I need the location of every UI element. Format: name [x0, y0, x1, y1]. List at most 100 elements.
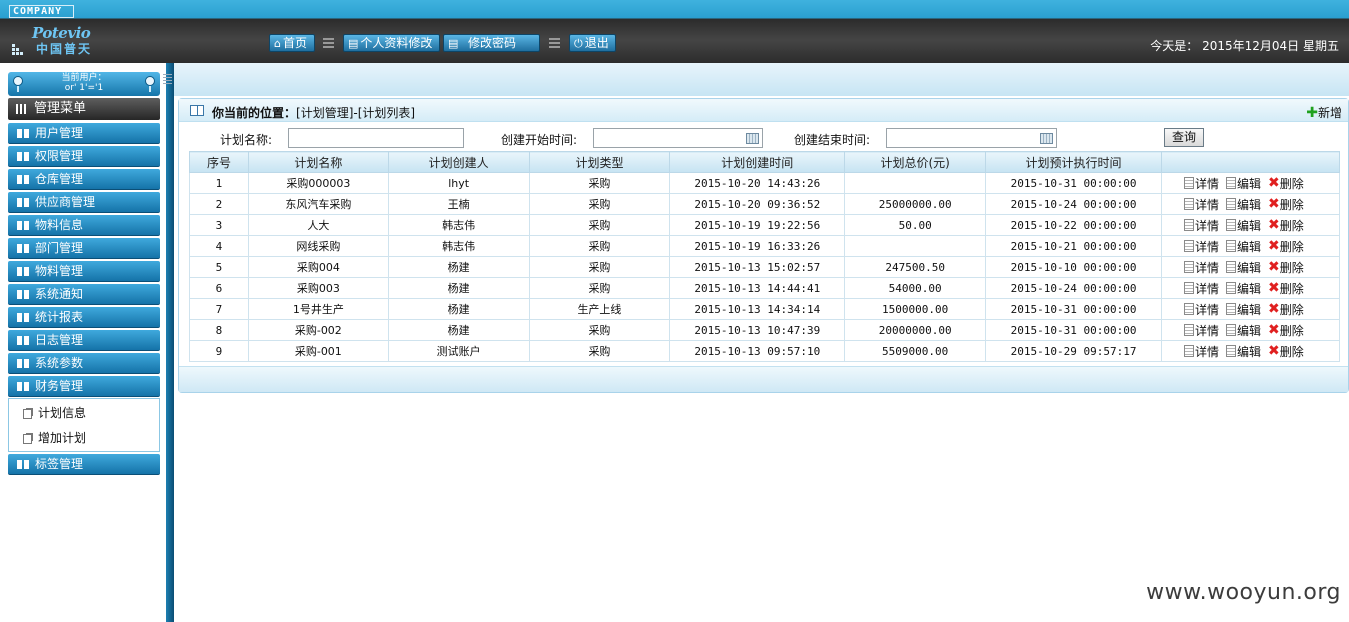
delete-link[interactable]: ✖删除: [1268, 280, 1304, 297]
delete-link[interactable]: ✖删除: [1268, 259, 1304, 276]
table-cell: 2015-10-31 00:00:00: [985, 172, 1162, 194]
menu-title: 管理菜单: [8, 98, 160, 120]
content-top-bar: [163, 63, 1349, 96]
table-body: 1 采购000003 lhyt 采购 2015-10-20 14:43:26 2015-1…: [189, 172, 1341, 362]
nav-logout-button[interactable]: ⏻ 退出: [569, 34, 616, 52]
plan-table: 序号 计划名称 计划创建人 计划类型 计划创建时间 计划总价(元) 计划预计执行…: [189, 151, 1341, 362]
delete-icon: ✖: [1268, 237, 1280, 254]
edit-link[interactable]: 编辑: [1226, 238, 1261, 255]
table-cell: 4: [189, 235, 249, 257]
detail-link[interactable]: 详情: [1183, 259, 1219, 276]
row-actions: 详情 编辑 ✖删除: [1160, 193, 1341, 215]
submenu-item-plan-info[interactable]: 计划信息: [23, 404, 86, 421]
sidebar-item-material-management[interactable]: 物料管理: [8, 261, 160, 282]
nav-profile-button[interactable]: ▤ 个人资料修改: [343, 34, 440, 52]
detail-link[interactable]: 详情: [1183, 301, 1219, 318]
sidebar-item-statistics-report[interactable]: 统计报表: [8, 307, 160, 328]
sidebar-item-department-management[interactable]: 部门管理: [8, 238, 160, 259]
table-row: 9 采购-001 测试账户 采购 2015-10-13 09:57:10 5509000.…: [189, 340, 1341, 362]
detail-link[interactable]: 详情: [1183, 238, 1219, 255]
sidebar-item-tag-management[interactable]: 标签管理: [8, 454, 160, 475]
delete-link[interactable]: ✖删除: [1268, 196, 1304, 213]
query-button[interactable]: 查询: [1164, 128, 1204, 147]
document-icon: [1183, 176, 1194, 189]
sidebar-item-permission-management[interactable]: 权限管理: [8, 146, 160, 167]
edit-link[interactable]: 编辑: [1226, 196, 1261, 213]
plan-list-panel: 你当前的位置：[计划管理]-[计划列表] ✚新增 计划名称: 创建开始时间: 创…: [178, 98, 1349, 393]
detail-link[interactable]: 详情: [1183, 280, 1219, 297]
table-cell: 采购: [528, 256, 671, 278]
column-header: 计划创建人: [387, 151, 530, 173]
nav-password-button[interactable]: ▤ 修改密码: [443, 34, 540, 52]
delete-link[interactable]: ✖删除: [1268, 301, 1304, 318]
table-row: 6 采购003 杨建 采购 2015-10-13 14:44:41 54000.00 201…: [189, 277, 1341, 299]
row-actions: 详情 编辑 ✖删除: [1160, 256, 1341, 278]
grip-icon[interactable]: [163, 74, 172, 86]
table-cell: 杨建: [387, 277, 530, 299]
edit-link[interactable]: 编辑: [1226, 217, 1261, 234]
edit-icon: [1226, 281, 1236, 294]
document-icon: [1183, 323, 1194, 336]
edit-link[interactable]: 编辑: [1226, 343, 1261, 360]
calendar-icon[interactable]: [1040, 133, 1053, 144]
plan-name-label: 计划名称:: [220, 133, 273, 147]
start-time-input[interactable]: [593, 128, 763, 148]
delete-icon: ✖: [1268, 174, 1280, 191]
book-icon: [17, 129, 29, 138]
table-cell: 2015-10-19 16:33:26: [669, 235, 846, 257]
detail-link[interactable]: 详情: [1183, 343, 1219, 360]
submenu-item-add-plan[interactable]: 增加计划: [23, 429, 86, 446]
table-cell: 采购: [528, 193, 671, 215]
table-row: 7 1号井生产 杨建 生产上线 2015-10-13 14:34:14 1500000.0…: [189, 298, 1341, 320]
edit-link[interactable]: 编辑: [1226, 322, 1261, 339]
delete-link[interactable]: ✖删除: [1268, 175, 1304, 192]
delete-icon: ✖: [1268, 279, 1280, 296]
table-cell: lhyt: [387, 172, 530, 194]
sidebar-item-finance-management[interactable]: 财务管理: [8, 376, 160, 397]
book-icon: [17, 267, 29, 276]
delete-link[interactable]: ✖删除: [1268, 238, 1304, 255]
detail-link[interactable]: 详情: [1183, 196, 1219, 213]
table-cell: 采购: [528, 214, 671, 236]
book-icon: [17, 221, 29, 230]
edit-link[interactable]: 编辑: [1226, 301, 1261, 318]
detail-link[interactable]: 详情: [1183, 322, 1219, 339]
nav-home-button[interactable]: ⌂ 首页: [269, 34, 315, 52]
delete-link[interactable]: ✖删除: [1268, 343, 1304, 360]
book-icon: [17, 313, 29, 322]
sidebar-item-supplier-management[interactable]: 供应商管理: [8, 192, 160, 213]
table-cell: 54000.00: [844, 277, 987, 299]
book-icon: [17, 152, 29, 161]
edit-link[interactable]: 编辑: [1226, 280, 1261, 297]
detail-link[interactable]: 详情: [1183, 175, 1219, 192]
sidebar-item-log-management[interactable]: 日志管理: [8, 330, 160, 351]
row-actions: 详情 编辑 ✖删除: [1160, 235, 1341, 257]
pin-icon: [13, 76, 23, 92]
sidebar-item-system-notice[interactable]: 系统通知: [8, 284, 160, 305]
edit-link[interactable]: 编辑: [1226, 175, 1261, 192]
edit-link[interactable]: 编辑: [1226, 259, 1261, 276]
sidebar-item-material-info[interactable]: 物料信息: [8, 215, 160, 236]
end-time-input[interactable]: [886, 128, 1057, 148]
delete-link[interactable]: ✖删除: [1268, 217, 1304, 234]
edit-icon: [1226, 197, 1236, 210]
add-plan-button[interactable]: ✚新增: [1306, 104, 1342, 121]
detail-link[interactable]: 详情: [1183, 217, 1219, 234]
book-icon: [17, 336, 29, 345]
sidebar-item-warehouse-management[interactable]: 仓库管理: [8, 169, 160, 190]
sidebar-item-system-params[interactable]: 系统参数: [8, 353, 160, 374]
top-header: COMPANY Potevio 中国普天 ⌂ 首页 ▤ 个人资料修改 ▤ 修改密码 …: [0, 0, 1349, 63]
plan-name-input[interactable]: [288, 128, 464, 148]
document-icon: [1183, 260, 1194, 273]
edit-icon: [1226, 323, 1236, 336]
table-cell: 王楠: [387, 193, 530, 215]
calendar-icon[interactable]: [746, 133, 759, 144]
edit-icon: [1226, 176, 1236, 189]
delete-link[interactable]: ✖删除: [1268, 322, 1304, 339]
end-time-label: 创建结束时间:: [794, 133, 871, 147]
delete-icon: ✖: [1268, 258, 1280, 275]
table-cell: 2015-10-10 00:00:00: [985, 256, 1162, 278]
sidebar-splitter[interactable]: [166, 63, 174, 622]
book-icon: [17, 359, 29, 368]
sidebar-item-user-management[interactable]: 用户管理: [8, 123, 160, 144]
